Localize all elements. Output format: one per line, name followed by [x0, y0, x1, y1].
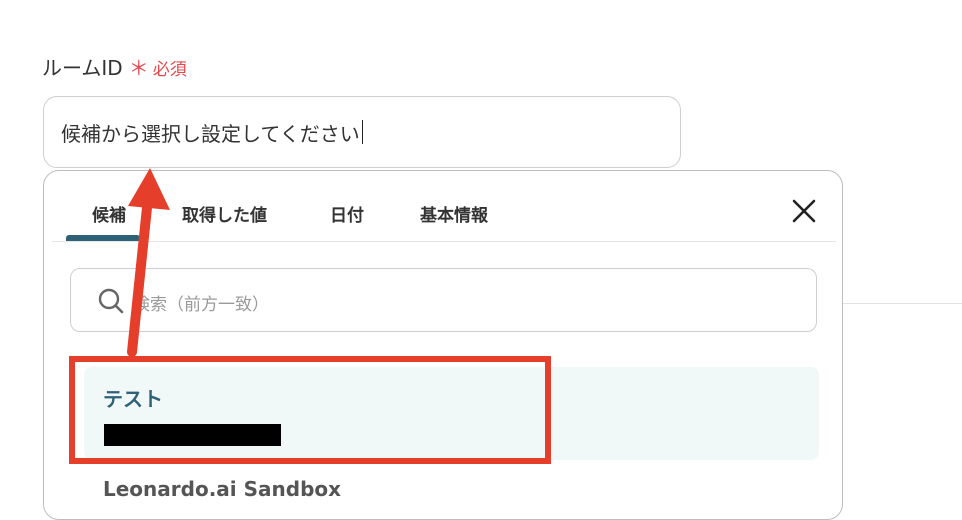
required-text: 必須 — [152, 60, 187, 80]
candidate-dropdown: 候補 取得した値 日付 基本情報 検索（前方一致） テスト Leonardo.a… — [43, 170, 843, 520]
room-id-label: ルームID ＊必須 — [42, 52, 187, 81]
search-placeholder: 検索（前方一致） — [133, 295, 269, 315]
tab-basic-info[interactable]: 基本情報 — [420, 201, 488, 226]
room-id-input[interactable]: 候補から選択し設定してください — [43, 96, 681, 168]
background-divider — [843, 303, 962, 304]
tab-divider — [52, 241, 836, 242]
text-caret — [361, 120, 364, 144]
option-item-selected[interactable]: テスト — [84, 367, 819, 460]
option-item[interactable]: Leonardo.ai Sandbox — [84, 467, 819, 517]
close-button[interactable] — [790, 197, 818, 225]
tab-bar: 候補 取得した値 日付 基本情報 — [44, 171, 842, 243]
close-icon — [792, 199, 816, 223]
search-input[interactable]: 検索（前方一致） — [70, 268, 817, 332]
tab-date[interactable]: 日付 — [330, 201, 364, 226]
room-id-label-text: ルームID — [42, 56, 123, 80]
redacted-room-id — [104, 424, 281, 446]
search-icon — [98, 288, 124, 314]
required-star-icon: ＊ — [128, 56, 149, 80]
option-name: Leonardo.ai Sandbox — [103, 477, 342, 501]
tab-acquired-values[interactable]: 取得した値 — [182, 201, 267, 226]
tab-candidates[interactable]: 候補 — [92, 201, 126, 226]
room-id-input-value: 候補から選択し設定してください — [61, 121, 360, 146]
option-name: テスト — [103, 387, 163, 411]
